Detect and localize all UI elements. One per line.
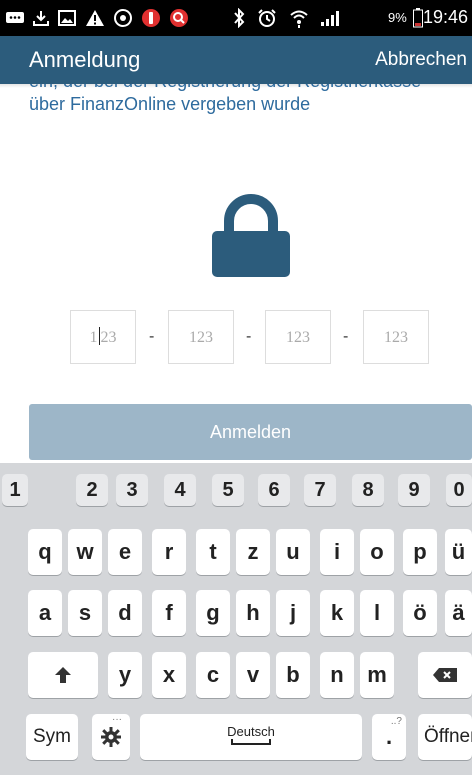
key-1[interactable]: 1: [2, 474, 28, 506]
key-2[interactable]: 2: [76, 474, 108, 506]
gear-icon: [101, 727, 121, 747]
shift-key[interactable]: [28, 652, 98, 698]
key-u[interactable]: u: [276, 529, 310, 575]
key-f[interactable]: f: [152, 590, 186, 636]
shift-icon: [55, 667, 71, 683]
key-d[interactable]: d: [108, 590, 142, 636]
key-k[interactable]: k: [320, 590, 354, 636]
clock: 19:46: [422, 7, 468, 27]
key-q[interactable]: q: [28, 529, 62, 575]
wifi-icon: [288, 8, 310, 28]
key-n[interactable]: n: [320, 652, 354, 698]
key-5[interactable]: 5: [212, 474, 244, 506]
pin-field-4[interactable]: 123: [363, 310, 429, 364]
key-i[interactable]: i: [320, 529, 354, 575]
key-h[interactable]: h: [236, 590, 270, 636]
pin-field-2[interactable]: 123: [168, 310, 234, 364]
key-y[interactable]: y: [108, 652, 142, 698]
key-e[interactable]: e: [108, 529, 142, 575]
message-icon: [4, 8, 26, 28]
key-4[interactable]: 4: [164, 474, 196, 506]
login-content[interactable]: ein, der bei der Registrierung der Regis…: [0, 84, 472, 463]
punct-hint: ..?: [390, 716, 402, 727]
open-action-key[interactable]: Öffnen: [418, 714, 472, 760]
space-key[interactable]: Deutsch: [140, 714, 362, 760]
period-key[interactable]: ..? .: [372, 714, 406, 760]
battery-percent: 9%: [388, 10, 407, 25]
status-bar: 9% 19:46: [0, 0, 472, 36]
key-r[interactable]: r: [152, 529, 186, 575]
key-9[interactable]: 9: [398, 474, 430, 506]
key-7[interactable]: 7: [304, 474, 336, 506]
pin-separator: -: [149, 328, 155, 345]
key-s[interactable]: s: [68, 590, 102, 636]
sym-key[interactable]: Sym: [26, 714, 78, 760]
key-ue[interactable]: ü: [445, 529, 472, 575]
download-icon: [30, 8, 52, 28]
key-0[interactable]: 0: [446, 474, 472, 506]
pin-field-1[interactable]: 1 23: [70, 310, 136, 364]
soft-keyboard: 1 2 3 4 5 6 7 8 9 0 q w e r t z u i o p …: [0, 463, 472, 775]
login-button[interactable]: Anmelden: [29, 404, 472, 460]
key-6[interactable]: 6: [258, 474, 290, 506]
key-z[interactable]: z: [236, 529, 270, 575]
lock-icon: [210, 193, 292, 279]
key-t[interactable]: t: [196, 529, 230, 575]
key-b[interactable]: b: [276, 652, 310, 698]
sync-icon: [112, 8, 134, 28]
space-icon: [231, 739, 271, 745]
app-bar: Anmeldung Abbrechen: [0, 36, 472, 88]
pin-field-3[interactable]: 123: [265, 310, 331, 364]
search-app-icon: [168, 8, 190, 28]
key-a[interactable]: a: [28, 590, 62, 636]
key-g[interactable]: g: [196, 590, 230, 636]
pin-separator: -: [343, 328, 349, 345]
image-icon: [56, 8, 78, 28]
settings-key[interactable]: ···: [92, 714, 130, 760]
page-title: Anmeldung: [29, 47, 141, 72]
backspace-key[interactable]: [418, 652, 472, 698]
key-p[interactable]: p: [403, 529, 437, 575]
app-icon: [140, 8, 162, 28]
key-c[interactable]: c: [196, 652, 230, 698]
language-label: Deutsch: [227, 724, 275, 739]
key-oe[interactable]: ö: [403, 590, 437, 636]
key-o[interactable]: o: [360, 529, 394, 575]
text-cursor: [98, 327, 100, 346]
cancel-button[interactable]: Abbrechen: [375, 49, 467, 71]
key-j[interactable]: j: [276, 590, 310, 636]
signal-icon: [318, 8, 344, 28]
period-label: .: [385, 724, 393, 749]
pin-separator: -: [246, 328, 252, 345]
key-m[interactable]: m: [360, 652, 394, 698]
key-v[interactable]: v: [236, 652, 270, 698]
key-8[interactable]: 8: [352, 474, 384, 506]
key-l[interactable]: l: [360, 590, 394, 636]
backspace-icon: [433, 668, 457, 682]
bluetooth-icon: [228, 8, 250, 28]
key-3[interactable]: 3: [116, 474, 148, 506]
more-dots: ···: [112, 714, 122, 725]
key-x[interactable]: x: [152, 652, 186, 698]
pin-input-row: 1 23 - 123 - 123 - 123: [0, 310, 472, 366]
alarm-icon: [256, 8, 278, 28]
description-text: ein, der bei der Registrierung der Regis…: [29, 84, 421, 114]
warning-icon: [84, 8, 106, 28]
key-w[interactable]: w: [68, 529, 102, 575]
key-ae[interactable]: ä: [445, 590, 472, 636]
